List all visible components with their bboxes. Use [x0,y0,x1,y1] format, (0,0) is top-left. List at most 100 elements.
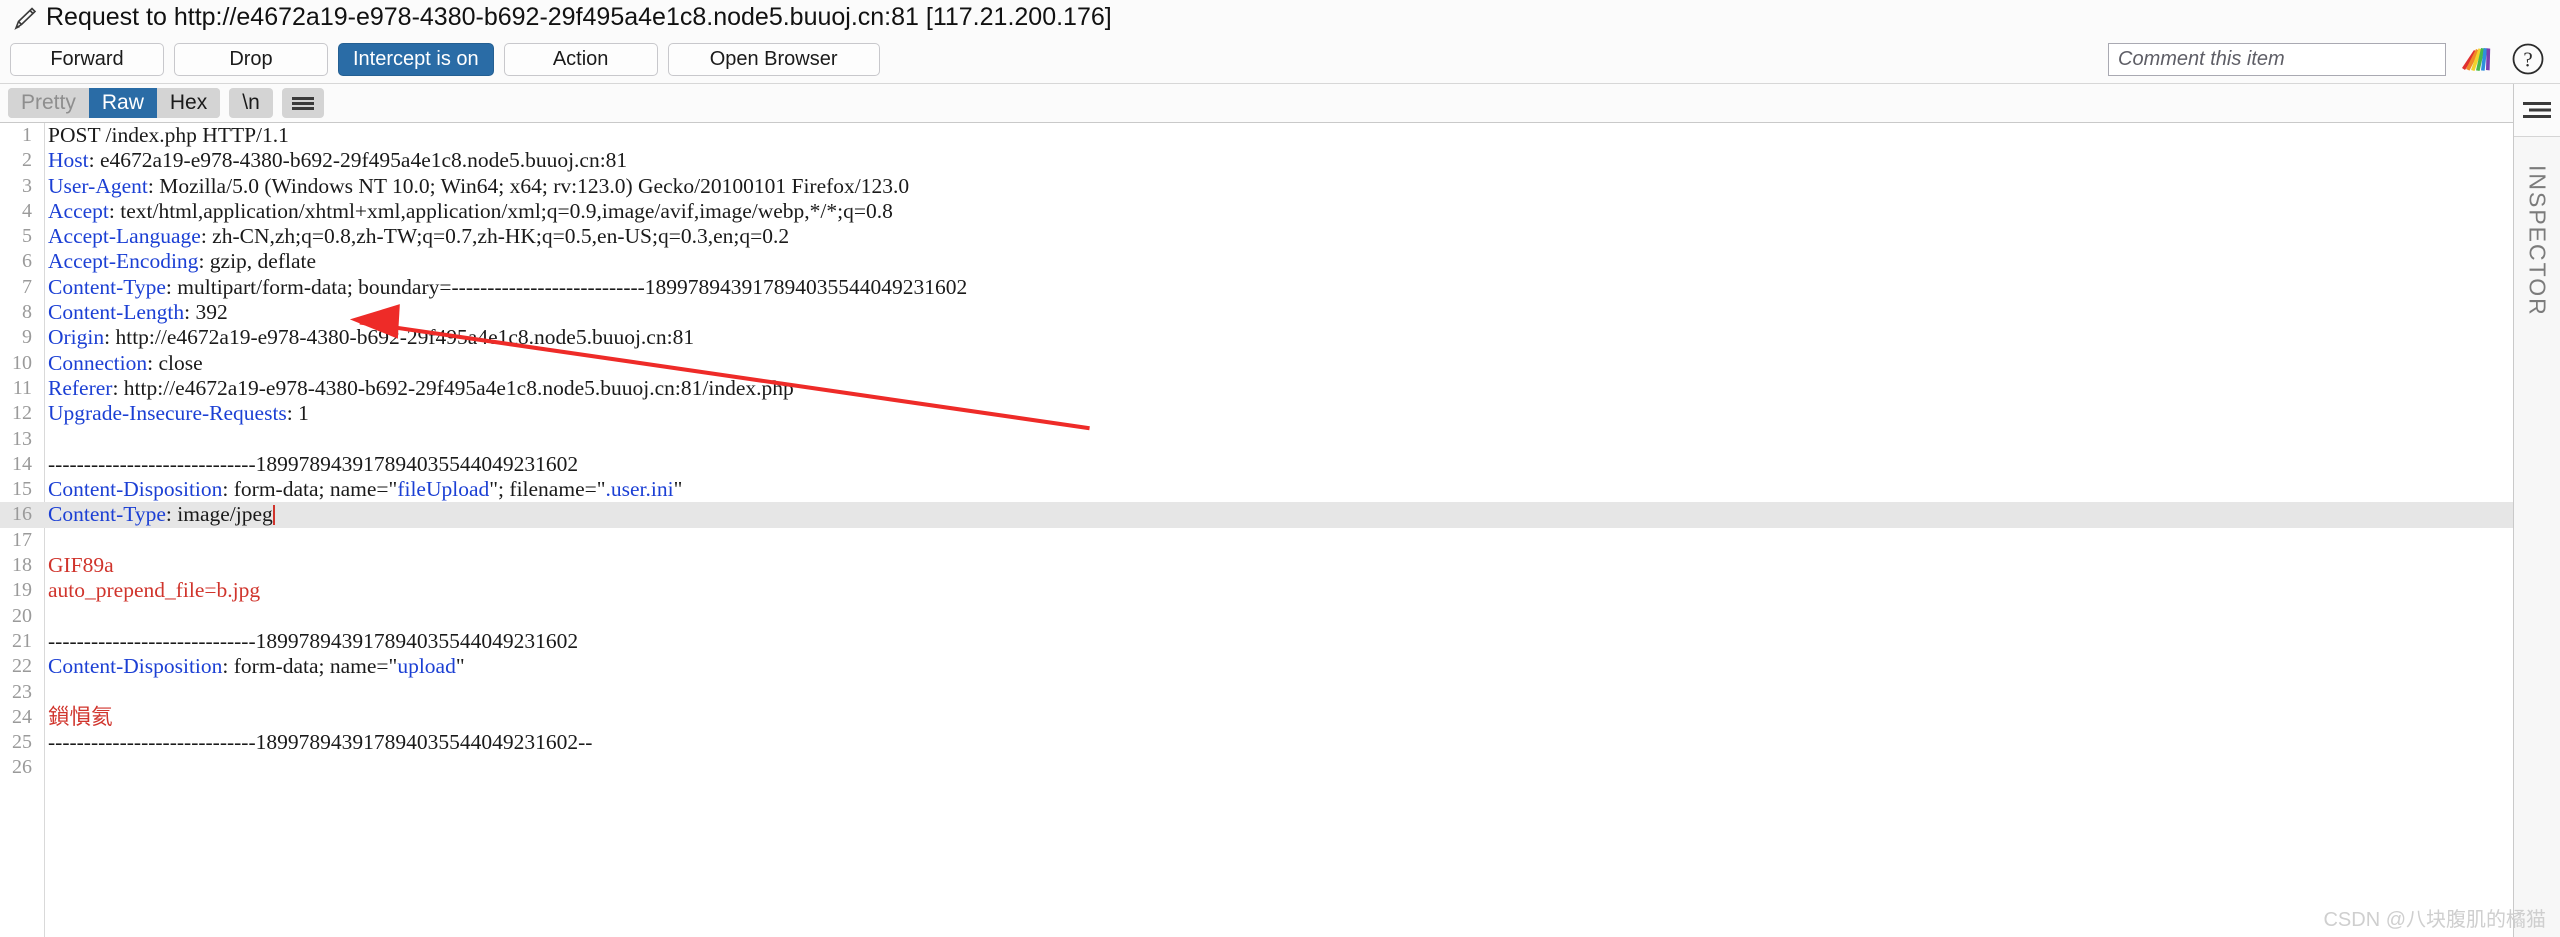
burp-intercept-window: Request to http://e4672a19-e978-4380-b69… [0,0,2560,937]
comment-input[interactable] [2108,42,2446,76]
code-line[interactable]: 5 Accept-Language: zh-CN,zh;q=0.8,zh-TW;q… [0,224,2513,249]
line-number: 12 [12,402,32,425]
tab-pretty[interactable]: Pretty [8,88,89,118]
code-line-text: -----------------------------18997894391… [48,451,579,476]
tab-hex[interactable]: Hex [156,88,221,118]
open-browser-button[interactable]: Open Browser [667,42,880,76]
code-line[interactable]: 15 Content-Disposition: form-data; name="… [0,477,2513,502]
code-line-text: -----------------------------18997894391… [48,730,593,755]
code-line[interactable]: 17 [0,528,2513,553]
line-number: 25 [12,731,32,754]
code-line[interactable]: 13 [0,427,2513,452]
line-number: 17 [12,528,32,551]
code-line[interactable]: 16 Content-Type: image/jpeg [0,502,2513,528]
code-line[interactable]: 26 [0,755,2513,780]
code-line-text: Host: e4672a19-e978-4380-b692-29f495a4e1… [48,148,628,173]
drop-button[interactable]: Drop [174,42,328,76]
code-line-text: auto_prepend_file=b.jpg [48,578,261,603]
code-line[interactable]: 3 User-Agent: Mozilla/5.0 (Windows NT 10.… [0,174,2513,199]
code-line-text: Upgrade-Insecure-Requests: 1 [48,401,309,426]
code-line[interactable]: 22 Content-Disposition: form-data; name="… [0,654,2513,679]
line-number: 2 [22,149,32,172]
request-editor-column: Pretty Raw Hex \n 1 POST /index.php HTTP… [0,84,2513,937]
watermark: CSDN @八块腹肌的橘猫 [2323,909,2546,931]
code-line-text: Origin: http://e4672a19-e978-4380-b692-2… [48,325,695,350]
code-line[interactable]: 14 -----------------------------189978943… [0,452,2513,477]
code-line-text: POST /index.php HTTP/1.1 [48,123,289,147]
code-line-text: Content-Type: image/jpeg [48,502,275,527]
forward-button[interactable]: Forward [10,42,164,76]
line-number: 3 [22,174,32,197]
help-question-icon[interactable]: ? [2510,41,2546,77]
highlighter-fan-icon[interactable] [2458,42,2500,76]
line-number: 9 [22,326,32,349]
code-line[interactable]: 12 Upgrade-Insecure-Requests: 1 [0,401,2513,426]
code-line-text: 鎻愪氦 [48,704,113,729]
line-number: 18 [12,554,32,577]
line-number: 13 [12,427,32,450]
code-line[interactable]: 1 POST /index.php HTTP/1.1 [0,123,2513,148]
action-button[interactable]: Action [503,42,658,76]
code-line[interactable]: 2 Host: e4672a19-e978-4380-b692-29f495a4e… [0,148,2513,173]
intercept-toolbar: Forward Drop Intercept is on Action Open… [0,35,2560,84]
code-line[interactable]: 6 Accept-Encoding: gzip, deflate [0,249,2513,274]
line-number: 14 [12,452,32,475]
line-number: 6 [22,250,32,273]
code-line[interactable]: 20 [0,604,2513,629]
code-line[interactable]: 8 Content-Length: 392 [0,300,2513,325]
panel-collapse-icon[interactable] [2514,84,2560,137]
code-line-text: Content-Disposition: form-data; name="fi… [48,477,683,502]
page-title: Request to http://e4672a19-e978-4380-b69… [46,3,1112,31]
editor-and-inspector: Pretty Raw Hex \n 1 POST /index.php HTTP… [0,84,2560,937]
line-number: 24 [12,705,32,728]
line-number: 21 [12,629,32,652]
hamburger-menu-icon[interactable] [281,88,324,118]
code-line[interactable]: 21 -----------------------------189978943… [0,629,2513,654]
text-caret [272,505,275,526]
tab-newline[interactable]: \n [229,88,273,118]
code-line-text: Accept: text/html,application/xhtml+xml,… [48,198,893,223]
code-line-text: Connection: close [48,350,203,375]
line-number: 16 [12,503,32,526]
window-titlebar: Request to http://e4672a19-e978-4380-b69… [0,0,2560,35]
inspector-rail: INSPECTOR [2513,84,2560,937]
message-view-tabs: Pretty Raw Hex \n [0,84,2513,122]
code-line-text: -----------------------------18997894391… [48,628,579,653]
code-line[interactable]: 19 auto_prepend_file=b.jpg [0,578,2513,603]
code-line-text: Accept-Encoding: gzip, deflate [48,249,317,274]
code-line[interactable]: 18 GIF89a [0,553,2513,578]
pencil-icon [10,3,40,33]
code-line[interactable]: 25 -----------------------------189978943… [0,730,2513,755]
code-line[interactable]: 7 Content-Type: multipart/form-data; boun… [0,275,2513,300]
code-line-text: GIF89a [48,553,114,578]
line-number: 26 [12,756,32,779]
code-line[interactable]: 4 Accept: text/html,application/xhtml+xml… [0,199,2513,224]
code-line-text: Content-Length: 392 [48,300,228,325]
line-number: 4 [22,199,32,222]
code-line-text: Content-Disposition: form-data; name="up… [48,654,465,679]
line-number: 1 [22,124,32,146]
line-number: 22 [12,655,32,678]
code-line[interactable]: 11 Referer: http://e4672a19-e978-4380-b69… [0,376,2513,401]
line-number: 19 [12,579,32,602]
line-number: 20 [12,604,32,627]
code-line[interactable]: 10 Connection: close [0,351,2513,376]
code-line-text: Content-Type: multipart/form-data; bound… [48,274,968,299]
code-line[interactable]: 9 Origin: http://e4672a19-e978-4380-b692-… [0,325,2513,350]
tab-raw[interactable]: Raw [88,88,157,118]
inspector-label: INSPECTOR [2524,165,2551,317]
line-number: 15 [12,478,32,501]
line-number: 5 [22,225,32,248]
request-text[interactable]: 1 POST /index.php HTTP/1.1 2 Host: e4672a19… [0,123,2513,781]
line-number: 23 [12,680,32,703]
code-line-text: User-Agent: Mozilla/5.0 (Windows NT 10.0… [48,173,910,198]
view-mode-tabgroup: Pretty Raw Hex [8,88,221,118]
code-line[interactable]: 24 鎻愪氦 [0,705,2513,730]
code-line[interactable]: 23 [0,680,2513,705]
raw-request-editor[interactable]: 1 POST /index.php HTTP/1.1 2 Host: e4672a19… [0,122,2513,937]
newline-tabgroup: \n [229,88,273,118]
code-line-text: Referer: http://e4672a19-e978-4380-b692-… [48,375,794,400]
intercept-toggle-button[interactable]: Intercept is on [338,42,494,76]
line-number: 7 [22,275,32,298]
line-number: 10 [12,351,32,374]
